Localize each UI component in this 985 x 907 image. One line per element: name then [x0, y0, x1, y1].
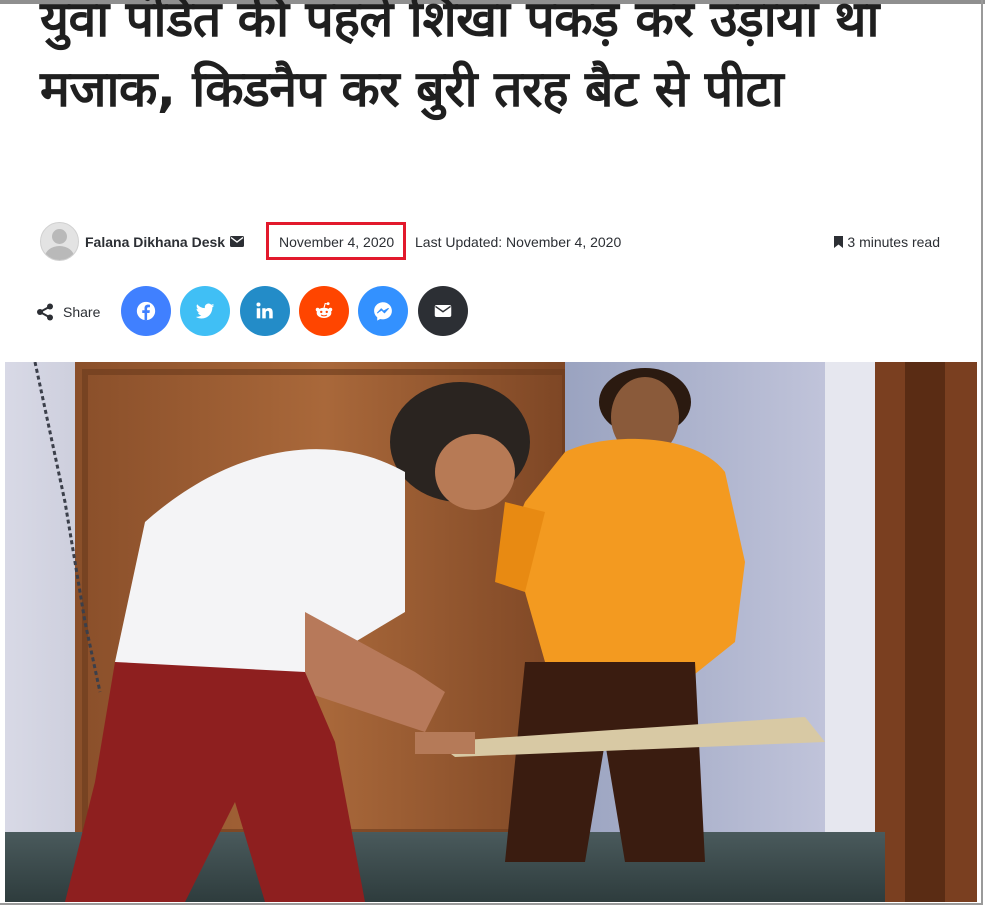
share-label: Share — [63, 304, 101, 320]
featured-image-illustration — [5, 362, 977, 902]
article-meta: Falana Dikhana Desk November 4, 2020 Las… — [40, 222, 940, 262]
facebook-share-button[interactable] — [121, 286, 171, 336]
linkedin-share-button[interactable] — [240, 286, 290, 336]
reading-time: 3 minutes read — [834, 234, 940, 250]
linkedin-icon — [256, 302, 273, 319]
reddit-icon — [315, 302, 333, 318]
share-bar: Share — [36, 286, 636, 338]
article-featured-image — [5, 362, 977, 902]
article-title: युवा पंडित की पहले शिखा पकड़ कर उड़ाया थ… — [40, 0, 879, 118]
twitter-icon — [195, 303, 215, 319]
reading-time-label: 3 minutes read — [847, 234, 940, 250]
bookmark-icon — [834, 236, 844, 248]
email-share-button[interactable] — [418, 286, 468, 336]
messenger-share-button[interactable] — [358, 286, 408, 336]
author-name[interactable]: Falana Dikhana Desk — [85, 234, 225, 250]
messenger-icon — [374, 302, 392, 321]
last-updated: Last Updated: November 4, 2020 — [415, 234, 622, 250]
envelope-icon — [434, 305, 452, 317]
twitter-share-button[interactable] — [180, 286, 230, 336]
reddit-share-button[interactable] — [299, 286, 349, 336]
published-date: November 4, 2020 — [279, 234, 395, 250]
envelope-icon[interactable] — [230, 236, 244, 247]
share-icon — [37, 303, 53, 321]
facebook-icon — [136, 301, 156, 321]
author-avatar[interactable] — [40, 222, 79, 261]
